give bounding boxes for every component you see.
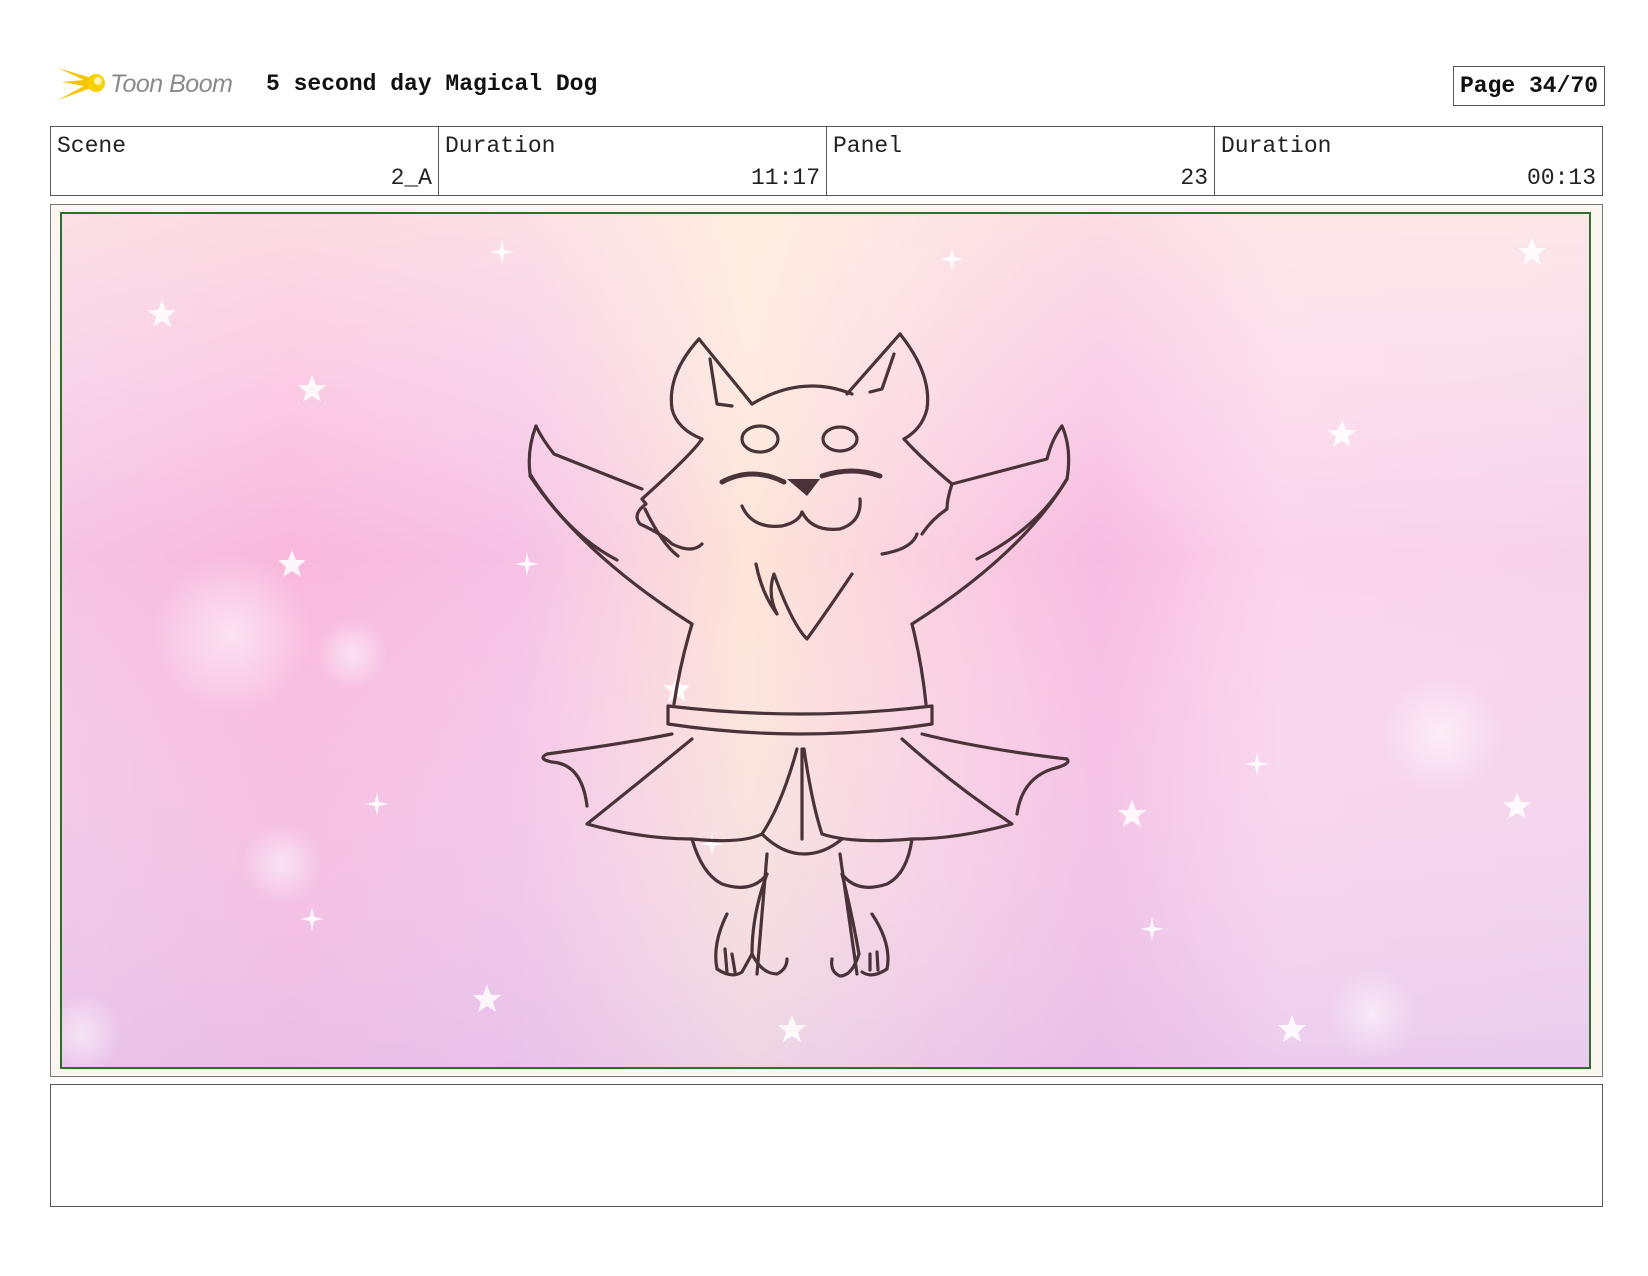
toon-boom-logo: Toon Boom (54, 60, 254, 106)
panel-label: Panel (833, 133, 903, 159)
panel-drawing (62, 214, 1589, 1067)
starburst-icon (58, 68, 105, 100)
storyboard-panel (50, 204, 1603, 1077)
document-title: 5 second day Magical Dog (266, 71, 598, 97)
scene-cell: Scene 2_A (51, 127, 439, 195)
panel-value: 23 (1180, 165, 1208, 191)
panel-cell: Panel 23 (827, 127, 1215, 195)
scene-label: Scene (57, 133, 127, 159)
page-number: Page 34/70 (1452, 66, 1605, 106)
panel-duration-cell: Duration 00:13 (1215, 127, 1602, 195)
scene-value: 2_A (390, 165, 432, 191)
scene-duration-value: 11:17 (750, 165, 820, 191)
notes-box[interactable] (50, 1084, 1603, 1207)
scene-duration-label: Duration (445, 133, 556, 159)
logo-text: Toon Boom (110, 70, 233, 98)
panel-info-table: Scene 2_A Duration 11:17 Panel 23 Durati… (50, 126, 1603, 196)
camera-frame (60, 212, 1591, 1069)
page-header: Toon Boom 5 second day Magical Dog Page … (50, 58, 1605, 108)
scene-duration-cell: Duration 11:17 (439, 127, 827, 195)
panel-duration-label: Duration (1221, 133, 1332, 159)
panel-duration-value: 00:13 (1526, 165, 1596, 191)
